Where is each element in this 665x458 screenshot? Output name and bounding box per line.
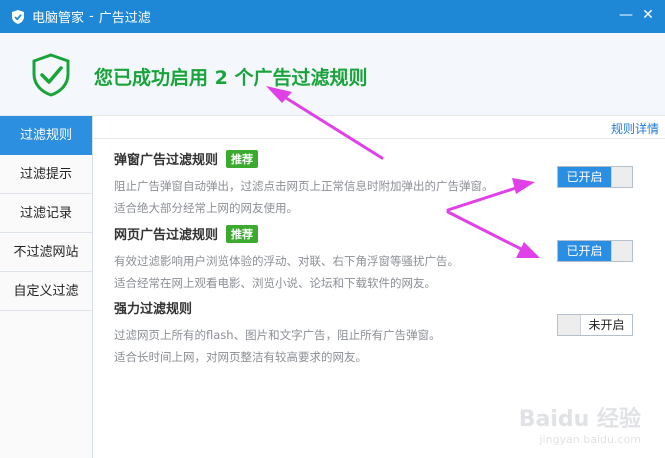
title-bar: 电脑管家 - 广告过滤 — ✕	[0, 0, 665, 33]
title-separator: -	[89, 9, 94, 24]
content-topbar: 规则详情	[93, 116, 665, 139]
popup-ads-toggle[interactable]: 已开启	[557, 166, 633, 188]
watermark-sub: jingyan.baidu.com	[539, 433, 641, 446]
toggle-label: 已开启	[558, 167, 611, 187]
rule-page-ads: 网页广告过滤规则 推荐 有效过滤影响用户浏览体验的浮动、对联、右下角浮窗等骚扰广…	[114, 224, 634, 294]
sidebar-item-custom-filter[interactable]: 自定义过滤	[0, 272, 92, 311]
rule-title: 弹窗广告过滤规则	[114, 153, 219, 168]
status-headline: 您已成功启用 2 个广告过滤规则	[94, 67, 368, 89]
rule-audience: 适合绝大部分经常上网的网友使用。	[114, 201, 298, 215]
rule-description: 阻止广告弹窗自动弹出，过滤点击网页上正常信息时附加弹出的广告弹窗。	[114, 179, 494, 193]
toggle-knob	[611, 241, 632, 261]
shield-check-icon	[32, 53, 70, 97]
rule-title: 网页广告过滤规则	[114, 228, 219, 243]
rule-audience: 适合长时间上网，对网页整洁有较高要求的网友。	[114, 350, 367, 364]
recommended-badge: 推荐	[226, 224, 259, 243]
sidebar-item-filter-log[interactable]: 过滤记录	[0, 194, 92, 233]
recommended-badge: 推荐	[226, 149, 259, 168]
rule-strong-filter: 强力过滤规则 过滤网页上所有的flash、图片和文字广告，阻止所有广告弹窗。 适…	[114, 298, 634, 368]
app-name: 电脑管家	[32, 11, 85, 26]
rule-audience: 适合经常在网上观看电影、浏览小说、论坛和下载软件的网友。	[114, 276, 436, 290]
baidu-watermark: Baidu 经验 jingyan.baidu.com	[519, 401, 641, 446]
minimize-button[interactable]: —	[617, 6, 635, 24]
rule-details-link[interactable]: 规则详情	[611, 120, 659, 137]
toggle-knob	[558, 315, 581, 335]
watermark-text: Baidu 经验	[518, 407, 641, 432]
toggle-label: 已开启	[558, 241, 611, 261]
close-button[interactable]: ✕	[639, 6, 657, 24]
rule-popup-ads: 弹窗广告过滤规则 推荐 阻止广告弹窗自动弹出，过滤点击网页上正常信息时附加弹出的…	[114, 149, 634, 219]
page-ads-toggle[interactable]: 已开启	[557, 240, 633, 262]
app-shield-icon	[12, 9, 24, 24]
strong-filter-toggle[interactable]: 未开启	[557, 314, 633, 336]
toggle-label: 未开启	[581, 315, 632, 335]
page-name: 广告过滤	[98, 11, 151, 26]
rule-title: 强力过滤规则	[114, 302, 193, 317]
rule-description: 有效过滤影响用户浏览体验的浮动、对联、右下角浮窗等骚扰广告。	[114, 254, 459, 268]
sidebar: 过滤规则 过滤提示 过滤记录 不过滤网站 自定义过滤	[0, 116, 93, 458]
toggle-knob	[611, 167, 632, 187]
rule-description: 过滤网页上所有的flash、图片和文字广告，阻止所有广告弹窗。	[114, 328, 441, 342]
status-header: 您已成功启用 2 个广告过滤规则	[0, 33, 665, 116]
sidebar-item-filter-tips[interactable]: 过滤提示	[0, 155, 92, 194]
sidebar-item-filter-rules[interactable]: 过滤规则	[0, 116, 92, 155]
sidebar-item-whitelist[interactable]: 不过滤网站	[0, 233, 92, 272]
